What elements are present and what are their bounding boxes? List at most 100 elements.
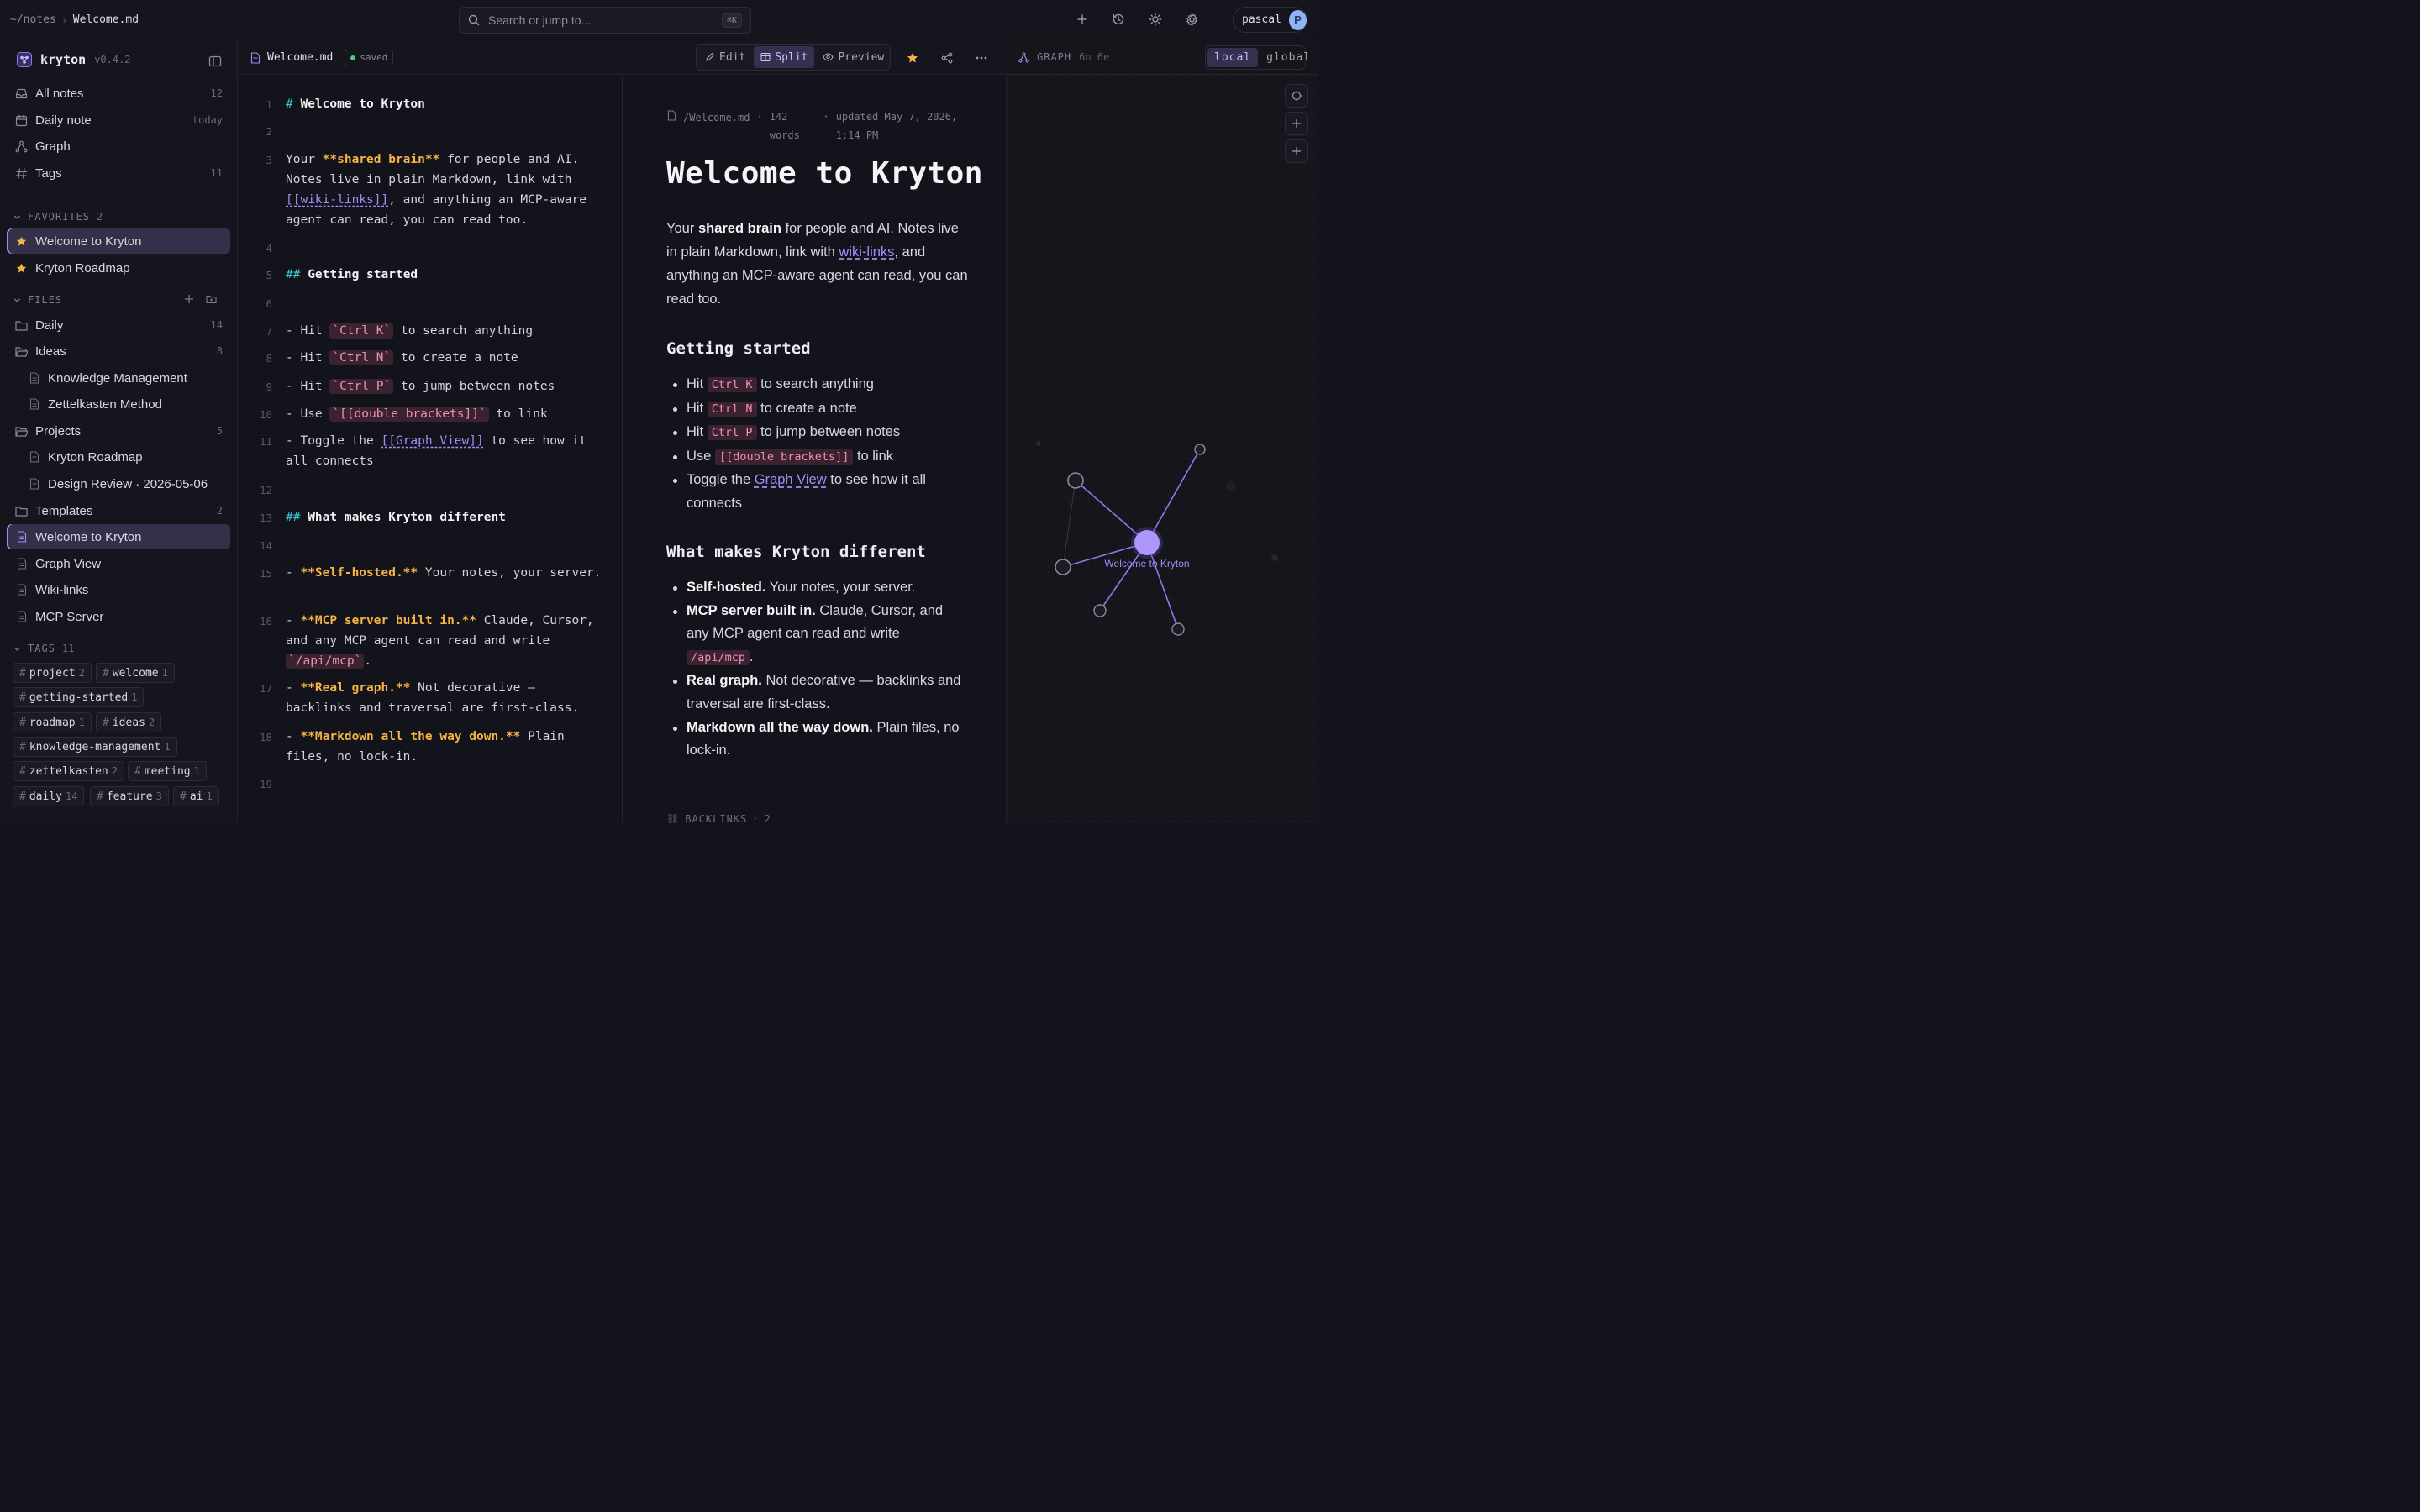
- scope-global-button[interactable]: global: [1260, 48, 1318, 67]
- tags-header[interactable]: TAGS 11: [13, 640, 74, 657]
- graph-node-faded: [1226, 481, 1236, 491]
- file-knowledge-management[interactable]: Knowledge Management: [7, 365, 230, 391]
- file-mcp-server[interactable]: MCP Server: [7, 604, 230, 629]
- file-zettelkasten-method[interactable]: Zettelkasten Method: [7, 391, 230, 417]
- breadcrumb-file[interactable]: Welcome.md: [73, 13, 139, 26]
- file-kryton-roadmap[interactable]: Kryton Roadmap: [7, 444, 230, 470]
- new-file-button[interactable]: [184, 294, 194, 304]
- folder-ideas[interactable]: Ideas 8: [7, 339, 230, 364]
- bold-text: Real graph.: [687, 673, 762, 689]
- nav-all-notes[interactable]: All notes 12: [7, 81, 230, 106]
- wiki-link[interactable]: wiki-links: [839, 244, 894, 260]
- collapse-sidebar-button[interactable]: [208, 55, 222, 68]
- more-options-button[interactable]: [973, 50, 990, 66]
- markdown-editor[interactable]: 1 2 3 4 5 6 7 8 9 10 11 12 13 14 15 16 1…: [239, 76, 623, 823]
- backlinks-header[interactable]: ⛓ BACKLINKS · 2: [666, 813, 771, 823]
- chevron-down-icon: [13, 213, 21, 221]
- graph-recenter-button[interactable]: [1285, 84, 1308, 108]
- tag-chip[interactable]: # feature 3: [90, 786, 169, 806]
- graph-node[interactable]: [1055, 559, 1071, 575]
- history-button[interactable]: [1109, 10, 1128, 29]
- file-welcome-to-kryton[interactable]: Welcome to Kryton: [7, 524, 230, 549]
- file-wiki-links[interactable]: Wiki-links: [7, 577, 230, 602]
- search-icon: [468, 14, 480, 26]
- search-shortcut-badge: ⌘K: [721, 13, 742, 28]
- code-line: Your **shared brain** for people and AI.…: [286, 150, 605, 230]
- new-folder-button[interactable]: [206, 294, 217, 304]
- line-number: 5: [266, 269, 272, 281]
- status-dot: [350, 55, 356, 60]
- tag-count: 1: [206, 790, 213, 802]
- file-icon: [15, 584, 28, 596]
- new-note-button[interactable]: [1073, 10, 1092, 29]
- wiki-link[interactable]: [[wiki-links]]: [286, 193, 388, 207]
- tag-chip[interactable]: # welcome 1: [96, 663, 175, 683]
- search-bar[interactable]: Search or jump to... ⌘K: [459, 7, 751, 34]
- tag-chip[interactable]: # meeting 1: [128, 761, 207, 781]
- graph-canvas[interactable]: Welcome to Kryton: [1007, 75, 1318, 823]
- tag-chip[interactable]: # daily 14: [13, 786, 85, 806]
- list-item: Real graph. Not decorative — backlinks a…: [666, 669, 969, 716]
- favorites-header[interactable]: FAVORITES 2: [13, 208, 103, 225]
- preview-meta: /Welcome.md · 142 words · updated May 7,…: [667, 108, 970, 144]
- share-button[interactable]: [939, 50, 955, 66]
- file-icon: [28, 451, 40, 464]
- tag-count: 1: [78, 717, 85, 728]
- file-design-review[interactable]: Design Review · 2026-05-06: [7, 471, 230, 496]
- tag-chip[interactable]: # zettelkasten 2: [13, 761, 124, 781]
- graph-title: GRAPH: [1037, 51, 1072, 63]
- folder-projects[interactable]: Projects 5: [7, 418, 230, 444]
- favorite-toggle-button[interactable]: [904, 50, 921, 66]
- graph-node[interactable]: [1067, 472, 1084, 489]
- graph-node-current[interactable]: [1134, 530, 1160, 555]
- tag-chip[interactable]: # ai 1: [173, 786, 219, 806]
- bold-text: **Real graph.**: [300, 681, 411, 695]
- folder-count: 8: [216, 345, 223, 357]
- graph-zoom-in-button[interactable]: [1285, 112, 1308, 135]
- inbox-icon: [15, 87, 28, 100]
- graph-add-button[interactable]: [1285, 139, 1308, 163]
- folder-icon: [15, 319, 28, 332]
- favorite-welcome-to-kryton[interactable]: Welcome to Kryton: [7, 228, 230, 254]
- list-item: Hit Ctrl K to search anything: [666, 373, 969, 397]
- tag-name: project: [29, 666, 76, 680]
- mode-split-button[interactable]: Split: [754, 46, 815, 68]
- mode-edit-button[interactable]: Edit: [698, 46, 752, 68]
- tag-chip[interactable]: # ideas 2: [96, 712, 162, 732]
- bold-text: shared brain: [697, 221, 781, 236]
- sidebar: kryton v0.4.2 All notes 12 Daily note to…: [0, 40, 238, 823]
- tag-chip[interactable]: # roadmap 1: [13, 712, 92, 732]
- file-label: Welcome to Kryton: [35, 529, 142, 544]
- wiki-link[interactable]: [[Graph View]]: [381, 434, 484, 448]
- mode-label: Split: [775, 50, 808, 64]
- favorite-kryton-roadmap[interactable]: Kryton Roadmap: [7, 255, 230, 281]
- search-input[interactable]: Search or jump to...: [488, 13, 722, 27]
- line-number: 4: [266, 242, 272, 255]
- heading-text: Welcome to Kryton: [300, 97, 425, 111]
- breadcrumb-root[interactable]: ~/notes: [10, 13, 56, 26]
- tag-name: getting-started: [29, 690, 129, 704]
- settings-button[interactable]: [1182, 10, 1201, 29]
- brand-name: kryton: [40, 52, 87, 67]
- editor-tab[interactable]: Welcome.md saved: [250, 40, 394, 75]
- nav-tags[interactable]: Tags 11: [7, 160, 230, 186]
- folder-daily[interactable]: Daily 14: [7, 312, 230, 338]
- user-menu[interactable]: pascal P: [1233, 7, 1307, 33]
- bullet-mark: -: [286, 407, 301, 421]
- theme-toggle-button[interactable]: [1146, 10, 1165, 29]
- graph-grid: [1007, 75, 1318, 823]
- nav-graph[interactable]: Graph: [7, 134, 230, 159]
- folder-templates[interactable]: Templates 2: [7, 498, 230, 523]
- graph-node[interactable]: [1194, 444, 1206, 455]
- tag-chip[interactable]: # project 2: [13, 663, 92, 683]
- graph-node[interactable]: [1171, 622, 1185, 636]
- file-icon: [250, 51, 260, 64]
- scope-local-button[interactable]: local: [1207, 48, 1259, 67]
- tag-chip[interactable]: # knowledge-management 1: [13, 737, 177, 757]
- mode-preview-button[interactable]: Preview: [816, 46, 891, 68]
- wiki-link[interactable]: Graph View: [755, 472, 827, 487]
- file-graph-view[interactable]: Graph View: [7, 551, 230, 576]
- nav-daily-note[interactable]: Daily note today: [7, 108, 230, 133]
- tag-chip[interactable]: # getting-started 1: [13, 687, 145, 707]
- graph-node[interactable]: [1093, 604, 1107, 617]
